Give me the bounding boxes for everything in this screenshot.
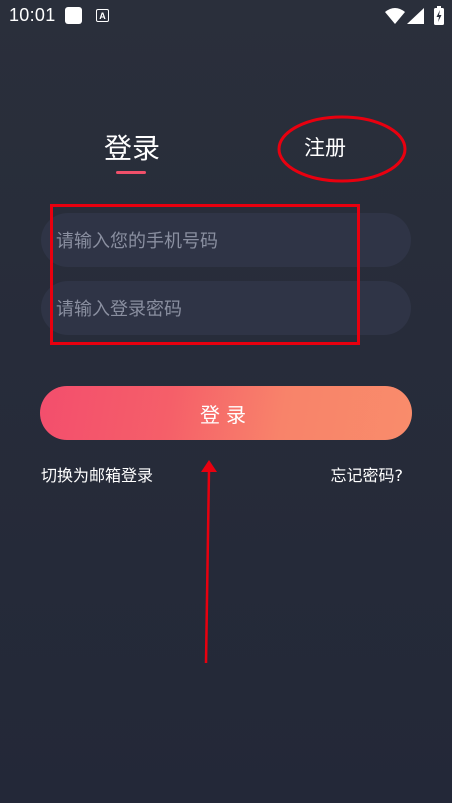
app-square-icon	[65, 7, 82, 24]
login-button[interactable]: 登录	[40, 386, 412, 440]
wifi-icon	[385, 8, 405, 24]
text-a-icon: A	[96, 9, 109, 22]
annotation-ellipse	[277, 115, 407, 183]
forgot-password-link[interactable]: 忘记密码?	[331, 462, 404, 486]
status-time: 10:01	[9, 5, 56, 25]
battery-charging-icon	[434, 6, 444, 25]
status-bar: 10:01 A	[0, 0, 452, 32]
annotation-arrow	[201, 460, 217, 664]
annotation-rectangle	[50, 204, 360, 345]
active-tab-indicator	[116, 171, 146, 174]
tab-login[interactable]: 登录	[104, 127, 160, 167]
switch-email-login-link[interactable]: 切换为邮箱登录	[41, 462, 153, 486]
signal-icon	[407, 8, 424, 24]
